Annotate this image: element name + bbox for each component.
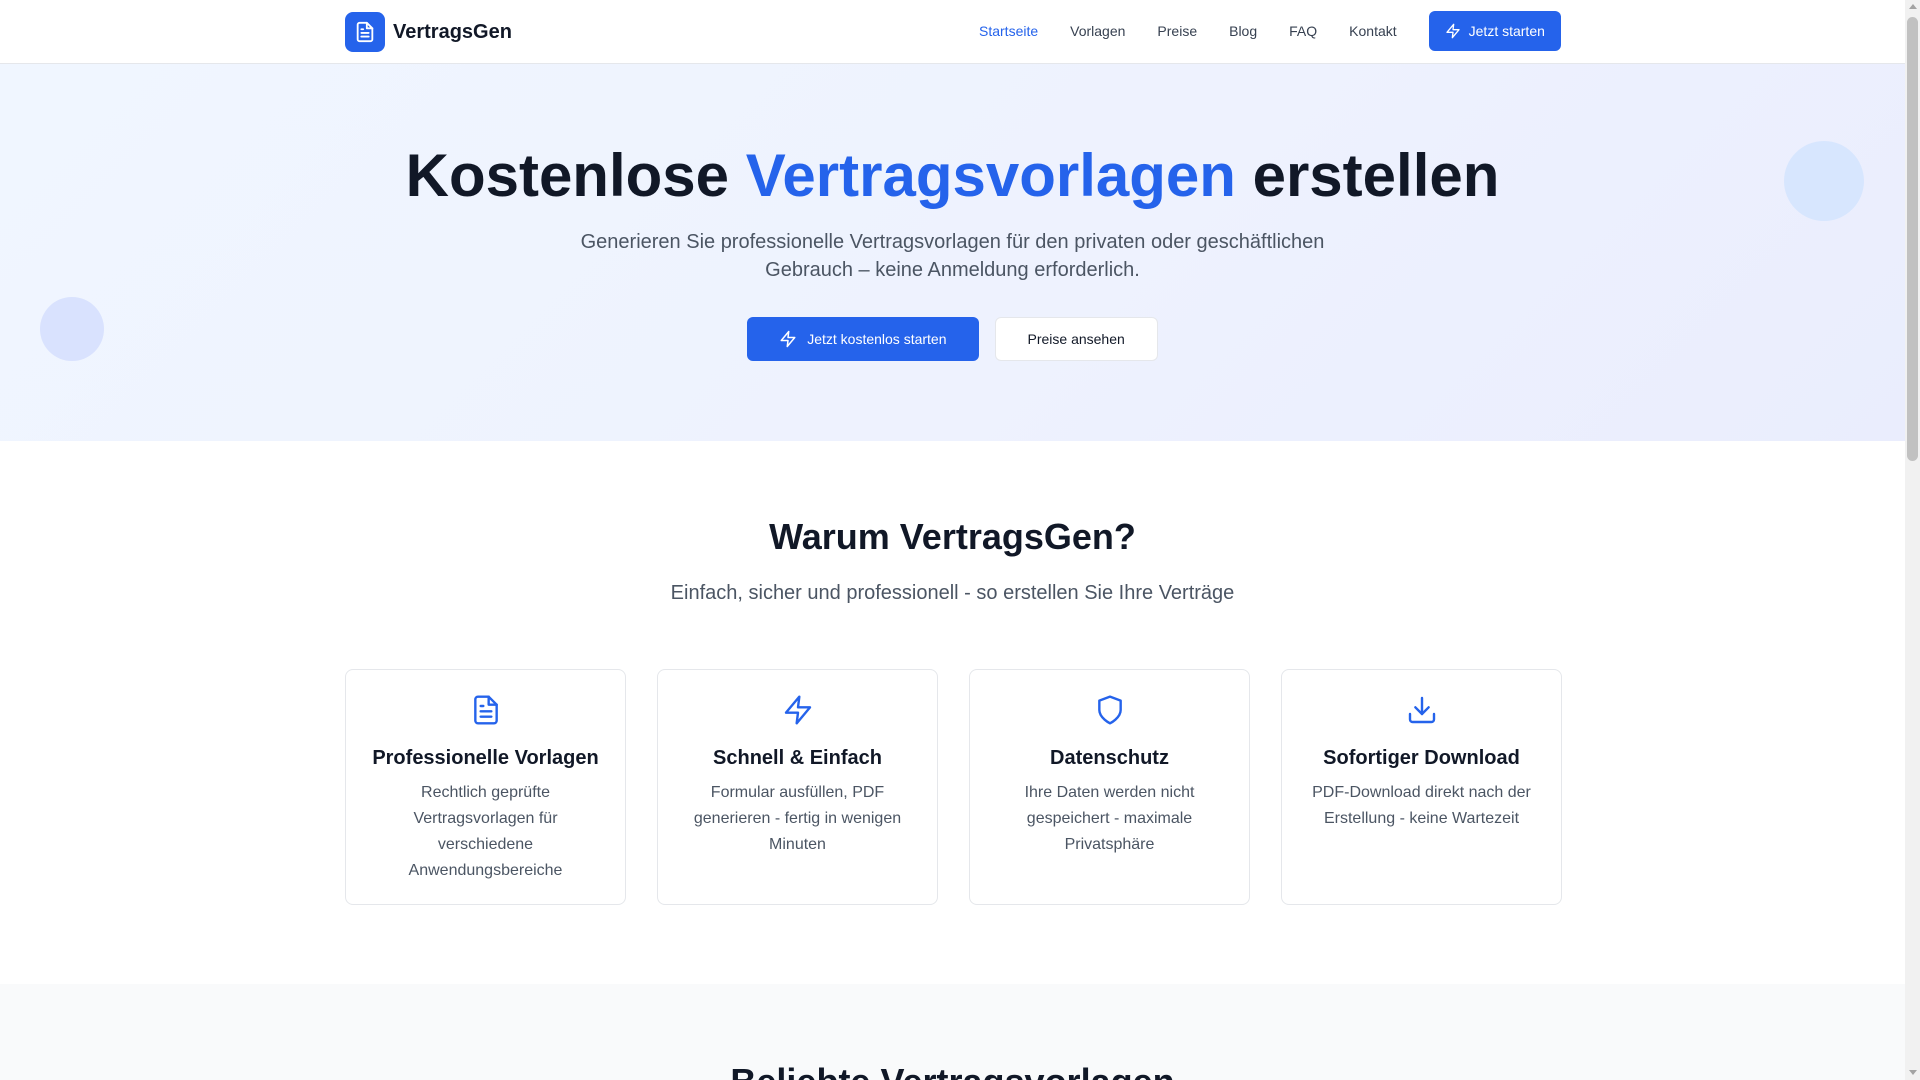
- nav-item-startseite[interactable]: Startseite: [979, 23, 1038, 39]
- feature-card-description: Rechtlich geprüfte Vertragsvorlagen für …: [408, 784, 563, 879]
- hero-title: Kostenlose Vertragsvorlagen erstellen: [0, 140, 1905, 212]
- feature-card: Professionelle Vorlagen Rechtlich geprüf…: [345, 669, 626, 905]
- nav-item-vorlagen[interactable]: Vorlagen: [1070, 23, 1125, 39]
- file-text-icon: [346, 694, 625, 726]
- nav-item-preise[interactable]: Preise: [1157, 23, 1197, 39]
- view-prices-button[interactable]: Preise ansehen: [994, 317, 1158, 361]
- brand-name: VertragsGen: [393, 20, 512, 43]
- nav-item-blog[interactable]: Blog: [1229, 23, 1257, 39]
- zap-icon: [1445, 23, 1460, 39]
- download-icon: [1282, 694, 1561, 726]
- features-section: Warum VertragsGen? Einfach, sicher und p…: [0, 441, 1905, 984]
- scrollbar-thumb[interactable]: [1907, 17, 1918, 461]
- shield-icon: [970, 694, 1249, 726]
- feature-card-description: Ihre Daten werden nicht gespeichert - ma…: [1024, 784, 1195, 853]
- start-now-label: Jetzt starten: [1468, 23, 1545, 39]
- scroll-up-arrow-icon[interactable]: [1909, 4, 1917, 9]
- feature-card-description: Formular ausfüllen, PDF generieren - fer…: [693, 784, 902, 853]
- page-scrollbar[interactable]: [1905, 0, 1920, 1080]
- popular-templates-section: Beliebte Vertragsvorlagen: [0, 984, 1905, 1080]
- features-subtitle: Einfach, sicher und professionell - so e…: [670, 582, 1235, 604]
- hero-actions: Jetzt kostenlos starten Preise ansehen: [0, 317, 1905, 361]
- feature-card: Sofortiger Download PDF-Download direkt …: [1281, 669, 1562, 905]
- start-free-label: Jetzt kostenlos starten: [807, 331, 947, 347]
- nav-item-kontakt[interactable]: Kontakt: [1349, 23, 1396, 39]
- zap-icon: [780, 330, 796, 348]
- start-free-button[interactable]: Jetzt kostenlos starten: [747, 317, 979, 361]
- hero-title-accent: Vertragsvorlagen: [745, 142, 1236, 209]
- features-title: Warum VertragsGen?: [769, 516, 1136, 557]
- popular-templates-title: Beliebte Vertragsvorlagen: [0, 1062, 1905, 1080]
- hero-section: Kostenlose Vertragsvorlagen erstellen Ge…: [0, 64, 1905, 441]
- zap-icon: [658, 694, 937, 726]
- hero-title-part1: Kostenlose: [405, 142, 746, 209]
- feature-card-title: Sofortiger Download: [1323, 747, 1520, 769]
- feature-card-description: PDF-Download direkt nach der Erstellung …: [1312, 784, 1531, 827]
- main-nav: Startseite Vorlagen Preise Blog FAQ Kont…: [979, 10, 1561, 52]
- file-text-icon: [345, 12, 385, 52]
- brand-logo[interactable]: VertragsGen: [345, 12, 512, 52]
- feature-card-title: Schnell & Einfach: [713, 747, 882, 769]
- hero-title-part2: erstellen: [1235, 142, 1500, 209]
- site-header: VertragsGen Startseite Vorlagen Preise B…: [0, 0, 1905, 64]
- start-now-button[interactable]: Jetzt starten: [1428, 11, 1561, 51]
- hero-subtitle: Generieren Sie professionelle Vertragsvo…: [580, 231, 1325, 281]
- feature-card-title: Professionelle Vorlagen: [372, 747, 599, 769]
- nav-item-faq[interactable]: FAQ: [1289, 23, 1317, 39]
- feature-card-title: Datenschutz: [1050, 747, 1169, 769]
- feature-card: Schnell & Einfach Formular ausfüllen, PD…: [657, 669, 938, 905]
- scroll-down-arrow-icon[interactable]: [1909, 1070, 1917, 1075]
- feature-card: Datenschutz Ihre Daten werden nicht gesp…: [969, 669, 1250, 905]
